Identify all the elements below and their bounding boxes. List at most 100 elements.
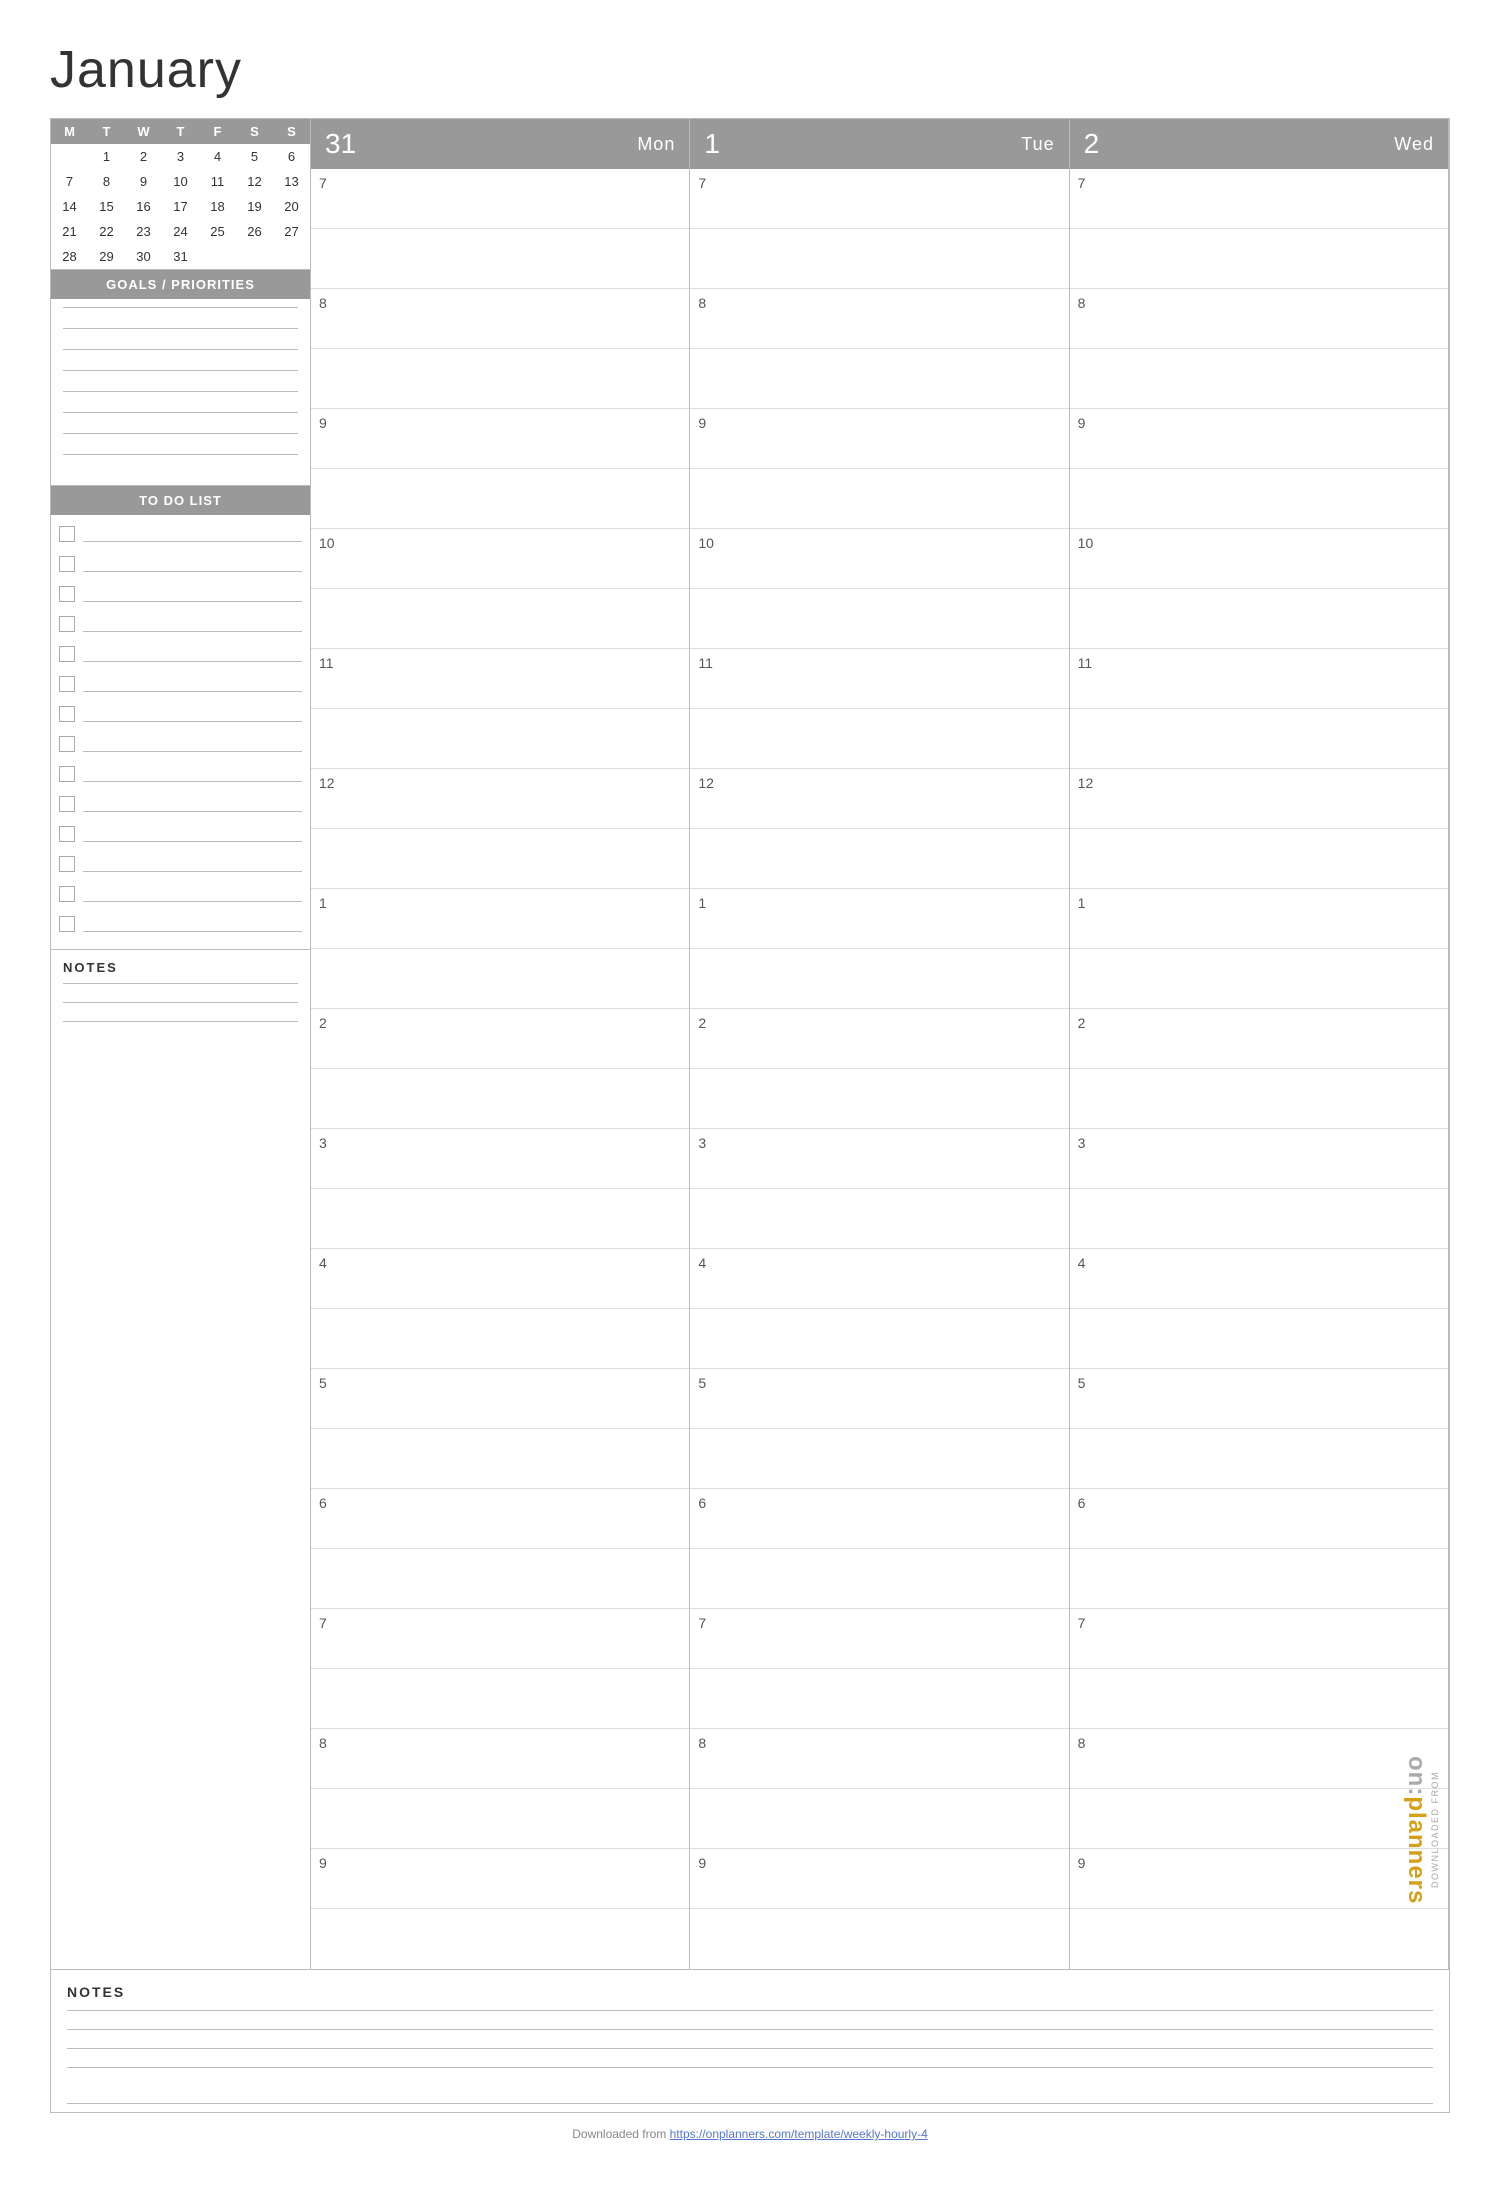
todo-line-4[interactable] [83,616,302,632]
todo-line-3[interactable] [83,586,302,602]
hour-slot-wed-4b[interactable] [1070,1309,1448,1369]
hour-slot-tue-6b[interactable] [690,1549,1068,1609]
hour-slot-mon-9[interactable]: 9 [311,409,689,469]
hour-slot-wed-5b[interactable] [1070,1429,1448,1489]
hour-slot-mon-7p[interactable]: 7 [311,1609,689,1669]
hour-slot-mon-7pb[interactable] [311,1669,689,1729]
hour-slot-tue-10b[interactable] [690,589,1068,649]
todo-line-1[interactable] [83,526,302,542]
hour-slot-mon-10[interactable]: 10 [311,529,689,589]
hour-slot-tue-3[interactable]: 3 [690,1129,1068,1189]
hour-slot-wed-6[interactable]: 6 [1070,1489,1448,1549]
todo-checkbox-4[interactable] [59,616,75,632]
hour-slot-tue-12[interactable]: 12 [690,769,1068,829]
sidebar-notes-line-3[interactable] [63,1021,298,1022]
hour-slot-tue-8pb[interactable] [690,1789,1068,1849]
hour-slot-wed-12b[interactable] [1070,829,1448,889]
goal-line-6[interactable] [63,412,298,413]
todo-line-9[interactable] [83,766,302,782]
sidebar-notes-line-1[interactable] [63,983,298,984]
bottom-notes-line-5[interactable] [67,2086,1433,2104]
todo-checkbox-8[interactable] [59,736,75,752]
hour-slot-tue-8[interactable]: 8 [690,289,1068,349]
hour-slot-mon-2[interactable]: 2 [311,1009,689,1069]
todo-checkbox-3[interactable] [59,586,75,602]
hour-slot-tue-7pb[interactable] [690,1669,1068,1729]
hour-slot-mon-6b[interactable] [311,1549,689,1609]
hour-slot-tue-7p[interactable]: 7 [690,1609,1068,1669]
hour-slot-tue-12b[interactable] [690,829,1068,889]
hour-slot-tue-6[interactable]: 6 [690,1489,1068,1549]
hour-slot-mon-5b[interactable] [311,1429,689,1489]
hour-slot-wed-9b[interactable] [1070,469,1448,529]
hour-slot-mon-12[interactable]: 12 [311,769,689,829]
hour-slot-tue-9[interactable]: 9 [690,409,1068,469]
hour-slot-tue-7[interactable]: 7 [690,169,1068,229]
hour-slot-tue-9pb[interactable] [690,1909,1068,1969]
hour-slot-wed-7pb[interactable] [1070,1669,1448,1729]
hour-slot-wed-7p[interactable]: 7 [1070,1609,1448,1669]
hour-slot-wed-7b[interactable] [1070,229,1448,289]
hour-slot-tue-5b[interactable] [690,1429,1068,1489]
hour-slot-mon-9b[interactable] [311,469,689,529]
hour-slot-wed-11b[interactable] [1070,709,1448,769]
hour-slot-mon-7[interactable]: 7 [311,169,689,229]
goal-line-7[interactable] [63,433,298,434]
todo-line-2[interactable] [83,556,302,572]
goal-line-4[interactable] [63,370,298,371]
bottom-notes-line-2[interactable] [67,2029,1433,2030]
todo-line-11[interactable] [83,826,302,842]
goal-line-1[interactable] [63,307,298,308]
hour-slot-tue-9p[interactable]: 9 [690,1849,1068,1909]
todo-checkbox-10[interactable] [59,796,75,812]
todo-line-14[interactable] [83,916,302,932]
todo-line-6[interactable] [83,676,302,692]
todo-checkbox-5[interactable] [59,646,75,662]
hour-slot-tue-5[interactable]: 5 [690,1369,1068,1429]
hour-slot-tue-1[interactable]: 1 [690,889,1068,949]
hour-slot-wed-9p[interactable]: 9 DOWNLOADED FROM on:planners [1070,1849,1448,1909]
hour-slot-wed-3b[interactable] [1070,1189,1448,1249]
hour-slot-mon-9p[interactable]: 9 [311,1849,689,1909]
todo-line-13[interactable] [83,886,302,902]
goal-line-5[interactable] [63,391,298,392]
bottom-notes-line-3[interactable] [67,2048,1433,2049]
hour-slot-tue-11[interactable]: 11 [690,649,1068,709]
hour-slot-mon-11[interactable]: 11 [311,649,689,709]
bottom-notes-line-4[interactable] [67,2067,1433,2068]
goal-line-8[interactable] [63,454,298,455]
hour-slot-wed-5[interactable]: 5 [1070,1369,1448,1429]
hour-slot-tue-8p[interactable]: 8 [690,1729,1068,1789]
hour-slot-wed-8[interactable]: 8 [1070,289,1448,349]
hour-slot-wed-9pb[interactable] [1070,1909,1448,1969]
footer-link[interactable]: https://onplanners.com/template/weekly-h… [670,2127,928,2141]
hour-slot-tue-4[interactable]: 4 [690,1249,1068,1309]
todo-checkbox-6[interactable] [59,676,75,692]
hour-slot-wed-10b[interactable] [1070,589,1448,649]
sidebar-notes-line-2[interactable] [63,1002,298,1003]
hour-slot-mon-8[interactable]: 8 [311,289,689,349]
hour-slot-wed-8pb[interactable] [1070,1789,1448,1849]
hour-slot-mon-10b[interactable] [311,589,689,649]
goal-line-3[interactable] [63,349,298,350]
hour-slot-mon-4[interactable]: 4 [311,1249,689,1309]
hour-slot-mon-8pb[interactable] [311,1789,689,1849]
hour-slot-tue-11b[interactable] [690,709,1068,769]
hour-slot-wed-11[interactable]: 11 [1070,649,1448,709]
hour-slot-wed-6b[interactable] [1070,1549,1448,1609]
hour-slot-wed-4[interactable]: 4 [1070,1249,1448,1309]
hour-slot-mon-7b[interactable] [311,229,689,289]
goal-line-2[interactable] [63,328,298,329]
hour-slot-mon-3[interactable]: 3 [311,1129,689,1189]
hour-slot-tue-8b[interactable] [690,349,1068,409]
hour-slot-mon-6[interactable]: 6 [311,1489,689,1549]
hour-slot-tue-7b[interactable] [690,229,1068,289]
hour-slot-wed-2b[interactable] [1070,1069,1448,1129]
hour-slot-tue-9b[interactable] [690,469,1068,529]
hour-slot-mon-8p[interactable]: 8 [311,1729,689,1789]
todo-checkbox-1[interactable] [59,526,75,542]
todo-checkbox-14[interactable] [59,916,75,932]
todo-checkbox-11[interactable] [59,826,75,842]
hour-slot-wed-8p[interactable]: 8 [1070,1729,1448,1789]
hour-slot-tue-4b[interactable] [690,1309,1068,1369]
